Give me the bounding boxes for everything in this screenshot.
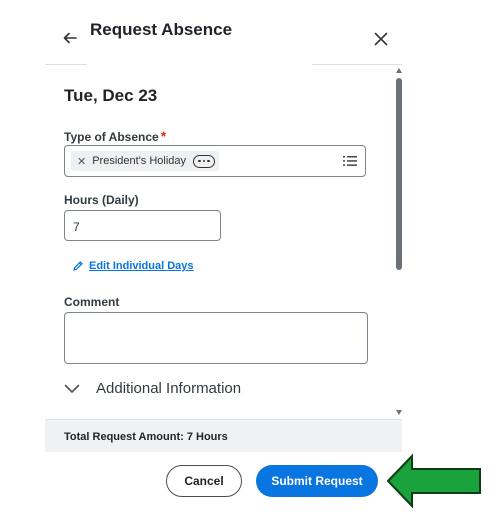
total-request-amount: Total Request Amount: 7 Hours — [64, 431, 228, 443]
comment-textarea[interactable] — [64, 312, 368, 364]
type-of-absence-label: Type of Absence * — [64, 128, 167, 144]
pencil-icon — [73, 261, 83, 271]
total-request-bar: Total Request Amount: 7 Hours — [45, 419, 402, 452]
selected-absence-pill: ✕ President's Holiday — [71, 151, 220, 171]
hours-daily-label: Hours (Daily) — [64, 193, 139, 207]
scroll-up-arrow[interactable] — [396, 68, 402, 73]
dialog-title: Request Absence — [90, 20, 233, 39]
additional-information-label: Additional Information — [96, 380, 242, 397]
type-of-absence-field[interactable]: ✕ President's Holiday — [64, 145, 366, 177]
edit-individual-days-link[interactable]: Edit Individual Days — [72, 260, 194, 272]
close-icon[interactable] — [373, 31, 389, 47]
submit-request-button[interactable]: Submit Request — [256, 465, 378, 497]
selected-absence-value: President's Holiday — [92, 155, 187, 167]
required-indicator: * — [160, 128, 167, 144]
more-options-icon[interactable] — [193, 154, 216, 168]
scroll-down-arrow[interactable] — [396, 410, 402, 415]
comment-label: Comment — [64, 295, 120, 309]
header-divider-right — [312, 64, 402, 65]
hours-daily-input[interactable]: 7 — [64, 210, 221, 241]
cancel-button[interactable]: Cancel — [166, 465, 242, 497]
scrollbar-thumb[interactable] — [396, 78, 402, 270]
header-divider-left — [45, 64, 87, 65]
edit-individual-days-label: Edit Individual Days — [89, 260, 194, 272]
additional-information-toggle[interactable]: Additional Information — [64, 380, 241, 397]
chevron-down-icon — [64, 384, 80, 393]
list-icon[interactable] — [343, 155, 357, 167]
back-arrow-icon[interactable] — [62, 30, 78, 46]
green-arrow-icon — [386, 453, 481, 509]
absence-date: Tue, Dec 23 — [64, 86, 158, 105]
remove-selection-icon[interactable]: ✕ — [77, 155, 86, 168]
